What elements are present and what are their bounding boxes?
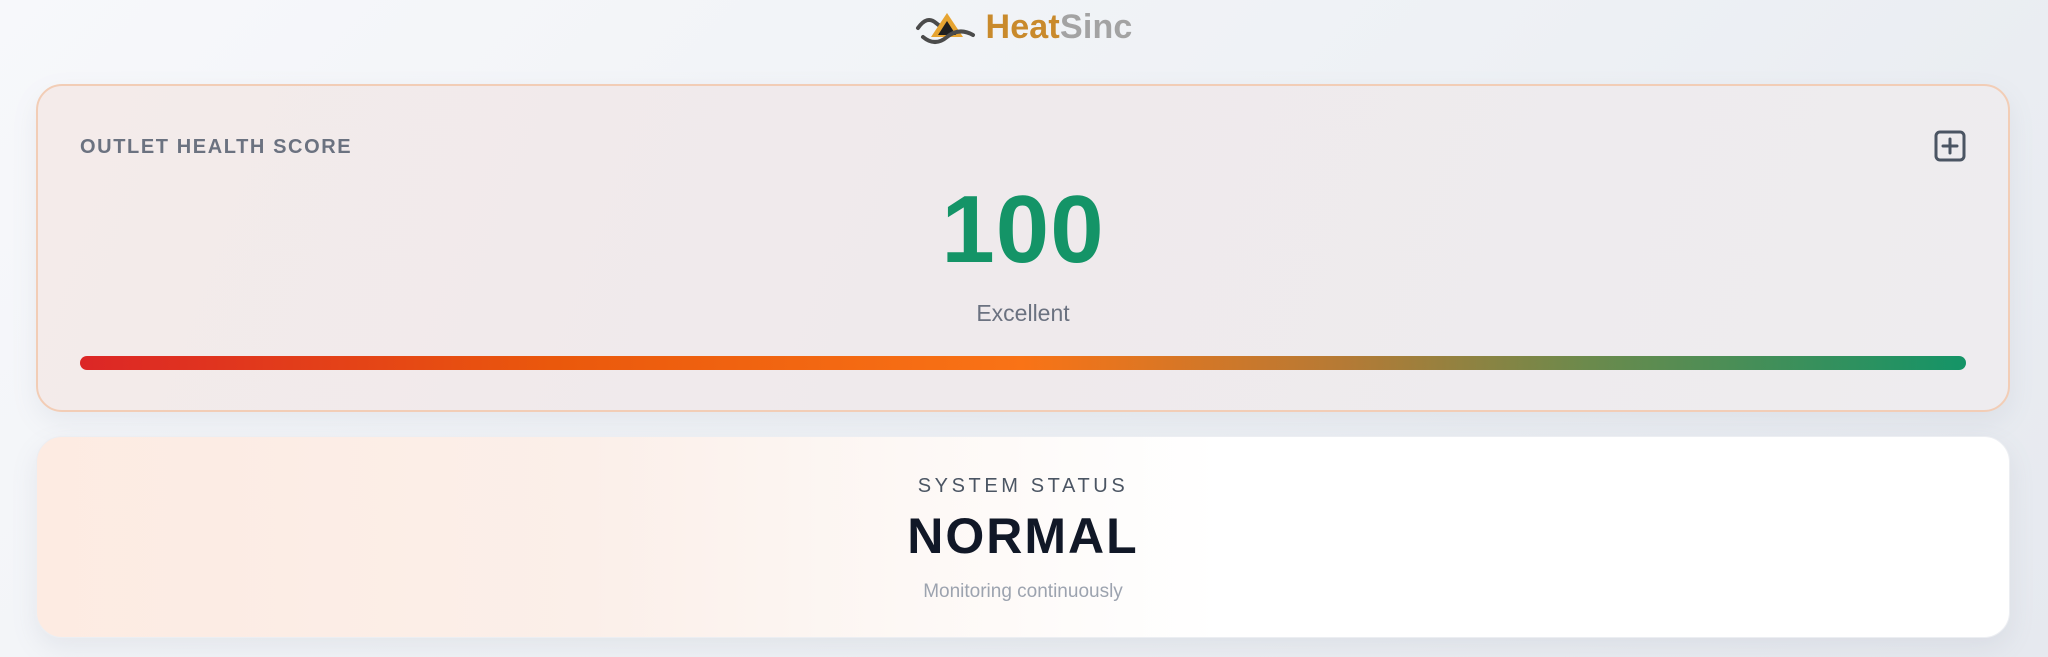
system-status-value: NORMAL — [907, 508, 1139, 564]
health-score-gradient-bar — [80, 356, 1966, 370]
health-score-card: OUTLET HEALTH SCORE 100 Excellent — [36, 84, 2010, 412]
brand-name-heat: Heat — [985, 8, 1060, 46]
brand-name: HeatSinc — [985, 10, 1132, 44]
health-score-value: 100 — [941, 176, 1105, 283]
system-status-label: SYSTEM STATUS — [917, 475, 1129, 497]
health-score-rating: Excellent — [976, 300, 1070, 326]
expand-button[interactable] — [1932, 128, 1968, 164]
brand-header: HeatSinc — [0, 4, 2048, 50]
heatsinc-logo-icon — [916, 13, 976, 44]
system-status-subtitle: Monitoring continuously — [923, 581, 1123, 602]
health-score-label: OUTLET HEALTH SCORE — [80, 136, 353, 158]
brand-name-sinc: Sinc — [1059, 8, 1133, 46]
plus-square-icon — [1934, 130, 1966, 162]
system-status-card: SYSTEM STATUS NORMAL Monitoring continuo… — [36, 436, 2010, 638]
